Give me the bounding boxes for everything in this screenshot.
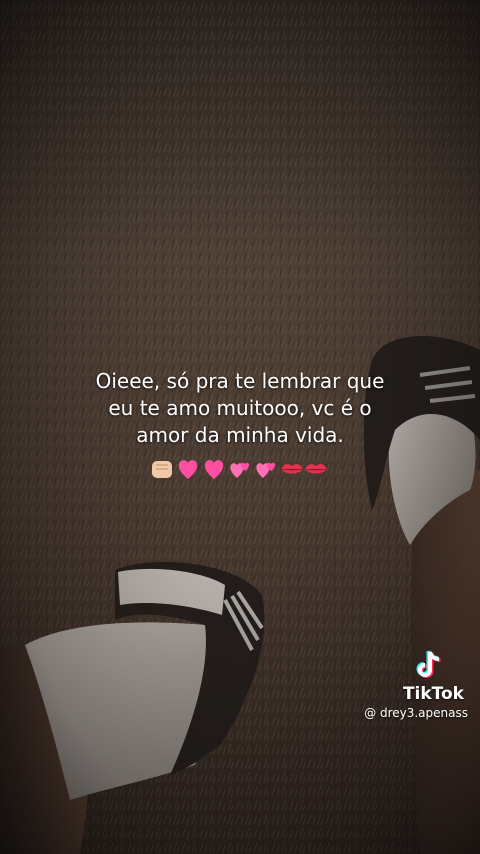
tiktok-brand-label: TikTok [402, 684, 464, 704]
tiktok-logo-icon [416, 650, 441, 678]
lips-icon [280, 464, 304, 474]
two-hearts-icon [256, 462, 275, 478]
video-frame: Oieee, só pra te lembrar que eu te amo m… [0, 0, 480, 854]
caption-line-2: eu te amo muitooo, vc é o [108, 396, 372, 420]
caption-line-1: Oieee, só pra te lembrar que [95, 369, 385, 393]
caption-line-3: amor da minha vida. [136, 423, 344, 447]
lips-icon [304, 464, 328, 474]
growing-heart-icon [178, 460, 198, 479]
creator-handle: @ drey3.apenass [364, 706, 468, 720]
growing-heart-icon [204, 460, 224, 479]
two-hearts-icon [230, 462, 249, 478]
caption-text: Oieee, só pra te lembrar que eu te amo m… [40, 368, 440, 449]
fist-bump-icon [152, 461, 172, 478]
emoji-row [152, 460, 328, 479]
tiktok-watermark: TikTok @ drey3.apenass [342, 648, 472, 728]
